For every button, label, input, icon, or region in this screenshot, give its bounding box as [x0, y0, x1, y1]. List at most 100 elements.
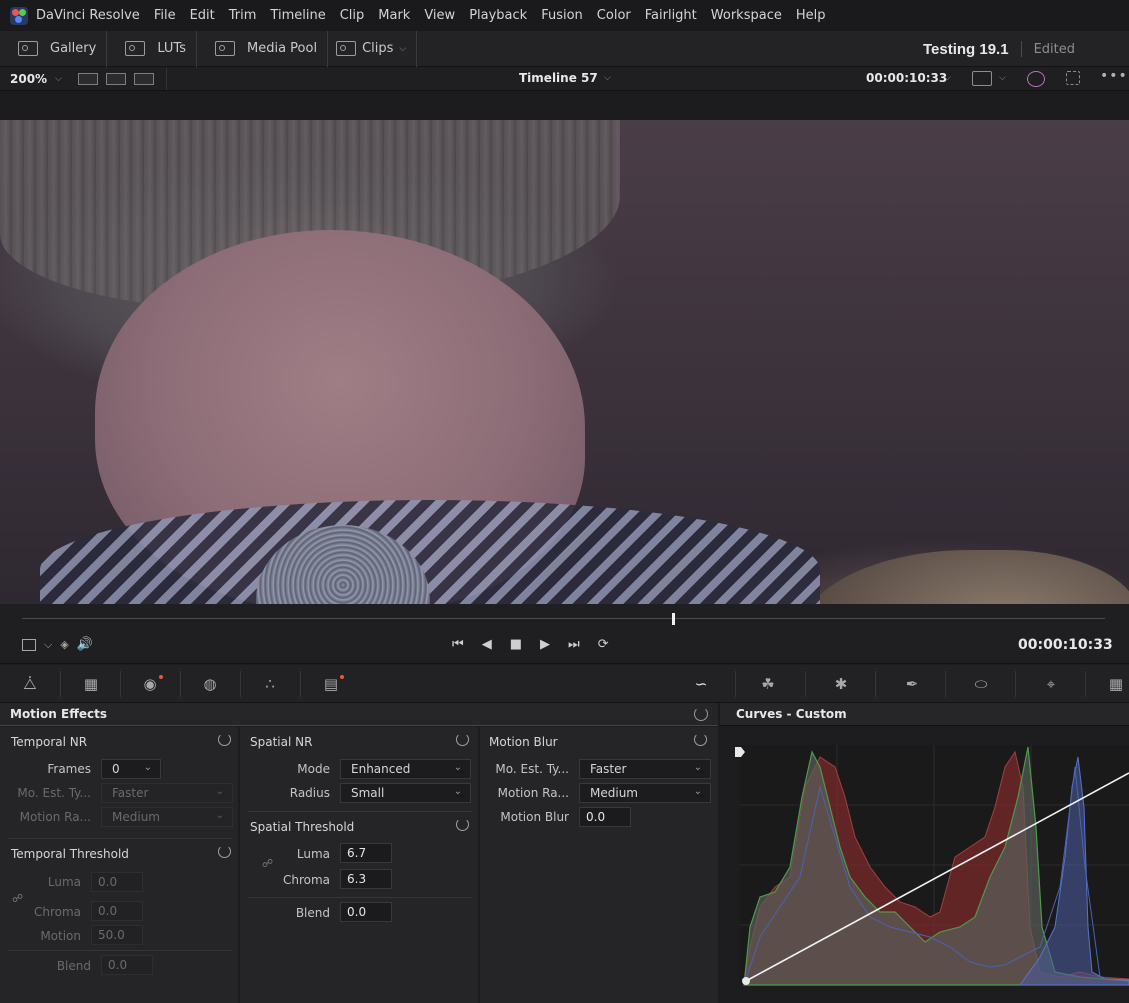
menu-help[interactable]: Help — [789, 8, 833, 23]
more-options-icon[interactable]: ••• — [1100, 68, 1128, 84]
mode-dropdown[interactable]: Enhanced ⌄ — [340, 759, 471, 779]
viewer-timecode[interactable]: 00:00:10:33 — [866, 71, 947, 85]
menu-file[interactable]: File — [147, 8, 183, 23]
motion-range-dropdown[interactable]: Medium ⌄ — [101, 807, 233, 827]
luts-label: LUTs — [157, 41, 186, 56]
divider — [248, 811, 472, 812]
chevron-down-icon[interactable]: ⌵ — [999, 73, 1006, 83]
divider — [165, 67, 167, 90]
menu-view[interactable]: View — [417, 8, 462, 23]
stop-icon[interactable]: ■ — [510, 637, 522, 652]
viewer-mode-icon[interactable] — [22, 638, 36, 651]
window-icon[interactable]: ⬭ — [968, 673, 994, 695]
luts-button[interactable]: LUTs — [107, 30, 197, 67]
layers-icon[interactable]: ◈ — [60, 638, 68, 651]
menu-workspace[interactable]: Workspace — [704, 8, 789, 23]
color-wheels-icon[interactable]: ◉ — [137, 673, 163, 695]
motion-effects-icon[interactable]: ▤ — [318, 673, 344, 695]
split-screen-icon[interactable] — [105, 72, 126, 85]
media-pool-button[interactable]: Media Pool — [197, 30, 329, 67]
menu-edit[interactable]: Edit — [183, 8, 222, 23]
wipe-mode-icon[interactable] — [133, 72, 154, 85]
play-icon[interactable]: ▶ — [540, 637, 550, 652]
clips-button[interactable]: Clips ⌵ — [328, 30, 418, 67]
spatial-blend-field[interactable]: 0.0 — [340, 902, 392, 922]
divider — [60, 671, 61, 697]
luts-icon — [125, 41, 146, 56]
link-icon[interactable]: ☍ — [12, 892, 23, 905]
top-toolbar: Gallery LUTs Media Pool Clips ⌵ Testing … — [0, 30, 1129, 67]
single-viewer-icon[interactable] — [77, 72, 98, 85]
motion-range-label: Motion Ra... — [19, 810, 91, 824]
reset-icon[interactable] — [218, 733, 231, 746]
radius-dropdown[interactable]: Small ⌄ — [340, 783, 471, 803]
curves-editor[interactable] — [720, 727, 1129, 1003]
camera-raw-icon[interactable]: ⧊ — [17, 673, 43, 695]
tracker-icon[interactable]: ⌖ — [1038, 673, 1064, 695]
reset-icon[interactable] — [456, 818, 469, 831]
menu-fairlight[interactable]: Fairlight — [638, 8, 704, 23]
menu-clip[interactable]: Clip — [333, 8, 372, 23]
menu-mark[interactable]: Mark — [371, 8, 417, 23]
reset-all-icon[interactable] — [694, 707, 708, 721]
chevron-down-icon: ⌵ — [399, 43, 407, 54]
reset-icon[interactable] — [218, 845, 231, 858]
color-match-icon[interactable]: ▦ — [78, 673, 104, 695]
loop-icon[interactable]: ⟳ — [598, 637, 609, 652]
timeline-selector[interactable]: Timeline 57 — [519, 71, 598, 85]
magic-mask-icon[interactable]: ▦ — [1103, 673, 1129, 695]
menu-trim[interactable]: Trim — [222, 8, 264, 23]
temporal-blend-field[interactable]: 0.0 — [101, 955, 153, 975]
temporal-motion-field[interactable]: 50.0 — [91, 925, 143, 945]
mb-motion-range-label: Motion Ra... — [497, 786, 569, 800]
motion-range-value: Medium — [112, 810, 160, 824]
temporal-chroma-field[interactable]: 0.0 — [91, 901, 143, 921]
zoom-level[interactable]: 200% — [10, 72, 47, 86]
motion-blur-field[interactable]: 0.0 — [579, 807, 631, 827]
video-frame-fur — [800, 550, 1129, 604]
go-to-end-icon[interactable]: ⏭ — [568, 637, 580, 652]
video-viewer[interactable] — [0, 120, 1129, 604]
qualifier-icon[interactable]: ✱ — [828, 673, 854, 695]
menu-playback[interactable]: Playback — [462, 8, 534, 23]
menu-fusion[interactable]: Fusion — [534, 8, 590, 23]
frames-value: 0 — [112, 762, 120, 776]
mb-motion-range-dropdown[interactable]: Medium ⌄ — [579, 783, 711, 803]
fullscreen-icon[interactable] — [1066, 71, 1080, 85]
eyedropper-icon[interactable]: ✒ — [899, 673, 925, 695]
go-to-start-icon[interactable]: ⏮ — [452, 637, 464, 652]
spatial-luma-field[interactable]: 6.7 — [340, 843, 392, 863]
scrubber-bar[interactable] — [22, 618, 1105, 619]
mo-est-type-dropdown[interactable]: Faster ⌄ — [101, 783, 233, 803]
menu-color[interactable]: Color — [590, 8, 638, 23]
chevron-down-icon[interactable]: ⌵ — [44, 638, 52, 652]
temporal-chroma-label: Chroma — [33, 905, 81, 919]
chevron-down-icon[interactable]: ⌵ — [944, 73, 951, 83]
reset-icon[interactable] — [456, 733, 469, 746]
hdr-wheels-icon[interactable]: ◍ — [197, 673, 223, 695]
temporal-blend-label: Blend — [56, 959, 91, 973]
hdr-output-icon[interactable] — [972, 71, 992, 86]
frames-dropdown[interactable]: 0 ⌄ — [101, 759, 161, 779]
chevron-down-icon[interactable]: ⌵ — [604, 73, 611, 83]
playhead[interactable] — [671, 613, 675, 625]
reset-icon[interactable] — [694, 733, 707, 746]
viewer-header: 200% ⌵ Timeline 57 ⌵ 00:00:10:33 ⌵ ⌵ ••• — [0, 67, 1129, 91]
divider — [240, 671, 241, 697]
curves-title: Curves - Custom — [736, 707, 847, 721]
speaker-icon[interactable]: 🔊 — [77, 637, 93, 652]
frames-label: Frames — [47, 762, 91, 776]
chevron-down-icon[interactable]: ⌵ — [55, 74, 62, 84]
menu-timeline[interactable]: Timeline — [263, 8, 332, 23]
menu-bar: DaVinci Resolve File Edit Trim Timeline … — [0, 0, 1129, 31]
rgb-mixer-icon[interactable]: ∴ — [257, 673, 283, 695]
menu-app-name[interactable]: DaVinci Resolve — [36, 8, 147, 23]
color-picker-icon[interactable] — [1027, 71, 1045, 87]
play-reverse-icon[interactable]: ◀ — [482, 637, 492, 652]
curves-icon[interactable]: ∽ — [688, 673, 714, 695]
color-warper-icon[interactable]: ☘ — [755, 673, 781, 695]
gallery-button[interactable]: Gallery — [0, 30, 108, 67]
spatial-chroma-field[interactable]: 6.3 — [340, 869, 392, 889]
temporal-luma-field[interactable]: 0.0 — [91, 872, 143, 892]
mb-mo-est-type-dropdown[interactable]: Faster ⌄ — [579, 759, 711, 779]
